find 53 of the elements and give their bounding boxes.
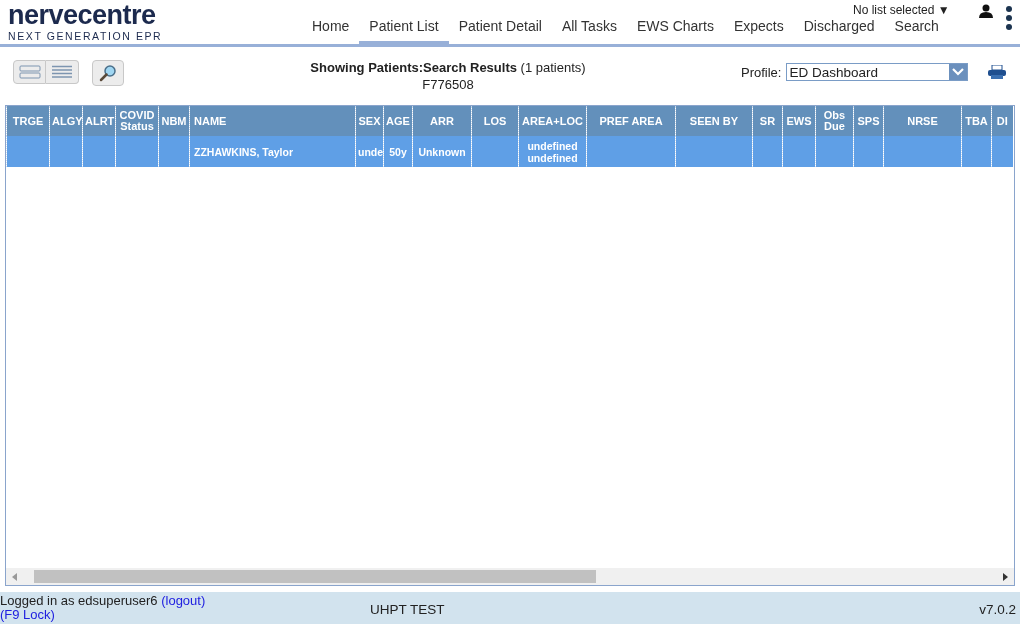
- table-cell: unde: [355, 136, 384, 167]
- card-view-icon: [18, 65, 41, 79]
- profile-dropdown[interactable]: ED Dashboard: [786, 63, 969, 81]
- search-query: F776508: [422, 77, 474, 92]
- lock-link[interactable]: (F9 Lock): [0, 607, 55, 622]
- column-header[interactable]: AREA+LOC: [518, 106, 587, 136]
- table-cell: ZZHAWKINS, Taylor: [189, 136, 356, 167]
- column-header[interactable]: ALRT: [82, 106, 116, 136]
- search-button[interactable]: [92, 60, 124, 86]
- table-cell: undefined undefined: [518, 136, 587, 167]
- search-icon: [99, 64, 117, 82]
- chevron-down-icon: [952, 68, 965, 76]
- results-heading: Showing Patients:Search Results (1 patients): [310, 60, 586, 75]
- column-header[interactable]: AGE: [383, 106, 413, 136]
- logout-link[interactable]: (logout): [161, 593, 206, 608]
- nav-tab[interactable]: All Tasks: [551, 0, 627, 44]
- column-header[interactable]: EWS: [782, 106, 816, 136]
- user-icon[interactable]: [979, 4, 993, 18]
- column-header[interactable]: NAME: [189, 106, 356, 136]
- nav-tab[interactable]: Patient Detail: [448, 0, 552, 44]
- nav-tab[interactable]: Expects: [723, 0, 794, 44]
- column-header[interactable]: NBM: [158, 106, 190, 136]
- column-header[interactable]: SEX: [355, 106, 384, 136]
- column-header[interactable]: TBA: [961, 106, 992, 136]
- logo-tagline: NEXT GENERATION EPR: [8, 30, 163, 42]
- environment-label: UHPT TEST: [370, 602, 445, 617]
- column-header[interactable]: TRGE: [6, 106, 50, 136]
- column-header[interactable]: NRSE: [883, 106, 962, 136]
- login-status: Logged in as edsuperuser6: [0, 593, 158, 608]
- column-header[interactable]: PREF AREA: [586, 106, 676, 136]
- right-arrow-icon[interactable]: [1003, 572, 1009, 581]
- column-header[interactable]: DI: [991, 106, 1013, 136]
- column-header[interactable]: SPS: [853, 106, 884, 136]
- list-selector[interactable]: No list selected ▼: [853, 3, 950, 17]
- horizontal-scrollbar[interactable]: [6, 568, 1014, 585]
- column-header[interactable]: Obs Due: [815, 106, 854, 136]
- profile-label: Profile:: [741, 64, 782, 80]
- nav-tab[interactable]: EWS Charts: [626, 0, 724, 44]
- column-header[interactable]: ALGY: [49, 106, 83, 136]
- column-header[interactable]: ARR: [412, 106, 472, 136]
- column-header[interactable]: SR: [752, 106, 783, 136]
- column-header[interactable]: COVID Status: [115, 106, 159, 136]
- logo-wordmark: nervecentre: [8, 2, 156, 29]
- table-cell: Unknown: [412, 136, 472, 167]
- column-header[interactable]: SEEN BY: [675, 106, 753, 136]
- nav-tab[interactable]: Home: [302, 0, 360, 44]
- list-view-icon: [51, 65, 73, 79]
- table-cell: 50y: [383, 136, 413, 167]
- print-icon[interactable]: [988, 65, 1006, 79]
- list-view-button[interactable]: [46, 60, 79, 84]
- column-header[interactable]: LOS: [471, 106, 519, 136]
- more-icon[interactable]: [1005, 6, 1013, 30]
- version-label: v7.0.2: [979, 602, 1016, 617]
